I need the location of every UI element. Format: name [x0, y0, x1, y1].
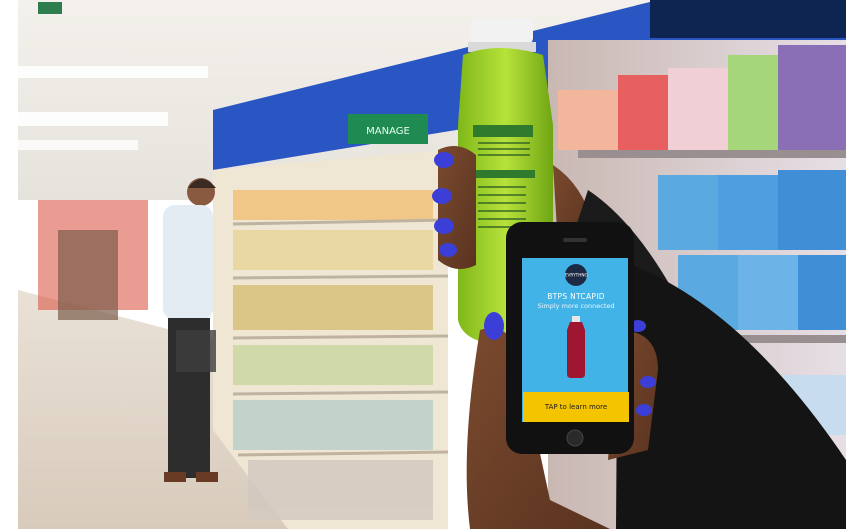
screen-title: BTPS NTCAPID — [547, 292, 605, 301]
aisle-sign-text: MANAGE — [366, 126, 410, 137]
corner-navy-block — [650, 0, 846, 38]
brand-logo-text: EVRYTHNG — [564, 272, 588, 278]
shopper-figure — [163, 178, 218, 482]
tap-to-learn-more-button[interactable]: TAP to learn more — [523, 392, 629, 422]
screen-subtitle: Simply more connected — [537, 302, 615, 310]
phone-screen[interactable]: EVRYTHNG BTPS NTCAPID Simply more connec… — [523, 258, 629, 422]
scene-illustration: MANAGE — [18, 0, 846, 529]
brand-logo-icon: EVRYTHNG — [565, 264, 587, 286]
red-bottle-icon — [564, 316, 588, 378]
supermarket-photo: MANAGE — [18, 0, 846, 529]
